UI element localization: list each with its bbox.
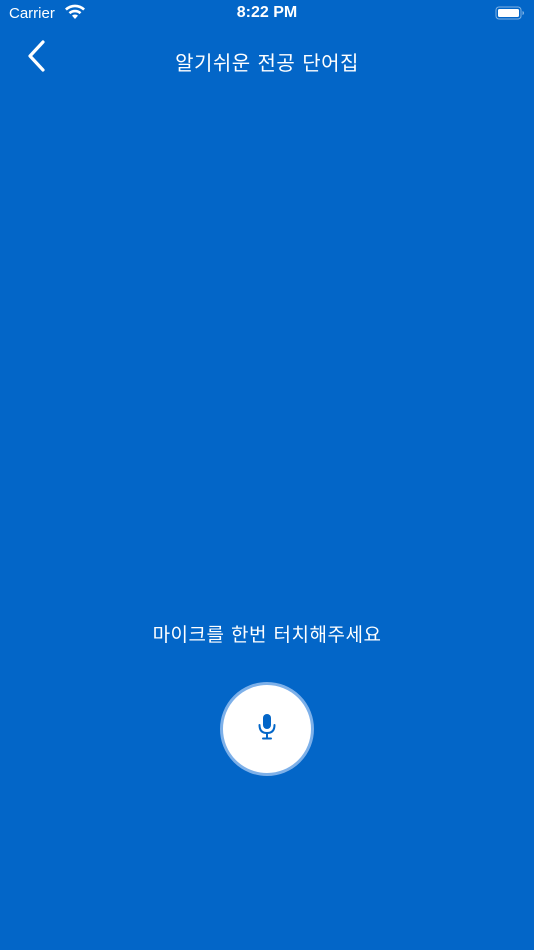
microphone-icon [257,713,277,745]
page-title: 알기쉬운 전공 단어집 [175,51,359,75]
status-time: 8:22 PM [236,4,298,21]
touch-mic-prompt: 마이크를 한번 터치해주세요 [152,624,382,646]
navigation-bar: 알기쉬운 전공 단어집 [0,28,534,92]
battery-icon [495,5,525,21]
microphone-button[interactable] [220,682,314,776]
status-bar: Carrier 8:22 PM [0,0,534,28]
